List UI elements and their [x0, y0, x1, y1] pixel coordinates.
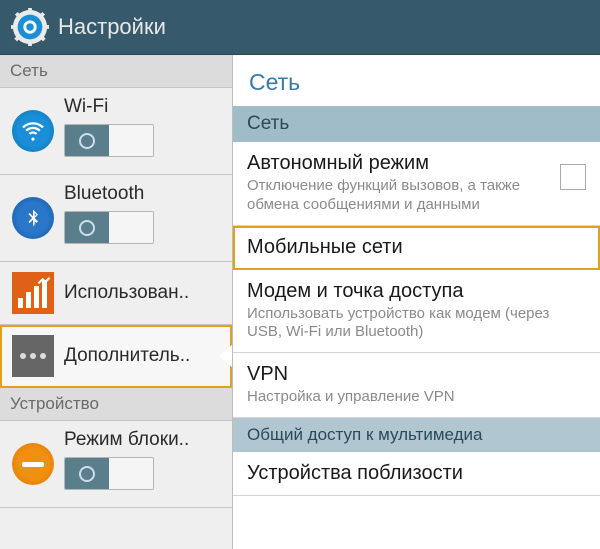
list-item-subtitle: Отключение функций вызовов, а также обме…	[247, 177, 550, 215]
settings-gear-icon	[10, 7, 50, 47]
list-item-vpn[interactable]: VPN Настройка и управление VPN	[233, 353, 600, 418]
sidebar-item-label: Дополнитель..	[64, 345, 190, 367]
sidebar-item-label: Bluetooth	[64, 183, 154, 205]
list-item-subtitle: Использовать устройство как модем (через…	[247, 305, 586, 343]
sidebar-item-label: Режим блоки..	[64, 429, 189, 451]
data-usage-icon	[10, 270, 56, 316]
list-item-title: Мобильные сети	[247, 236, 586, 259]
list-item-airplane-mode[interactable]: Автономный режим Отключение функций вызо…	[233, 142, 600, 226]
list-item-title: VPN	[247, 363, 586, 386]
sidebar-section-header: Сеть	[0, 55, 232, 88]
section-header-network: Сеть	[233, 106, 600, 142]
sidebar-item-label: Использован..	[64, 282, 189, 304]
block-icon	[10, 441, 56, 487]
list-item-subtitle: Настройка и управление VPN	[247, 388, 586, 407]
wifi-icon	[10, 108, 56, 154]
list-item-title: Устройства поблизости	[247, 462, 586, 485]
app-header: Настройки	[0, 0, 600, 55]
header-title: Настройки	[58, 14, 166, 40]
list-item-tethering[interactable]: Модем и точка доступа Использовать устро…	[233, 270, 600, 354]
bluetooth-toggle[interactable]	[64, 211, 154, 244]
more-icon	[10, 333, 56, 379]
list-item-title: Модем и точка доступа	[247, 280, 586, 303]
airplane-mode-checkbox[interactable]	[560, 164, 586, 190]
sidebar-item-data-usage[interactable]: Использован..	[0, 262, 232, 325]
sidebar-item-more[interactable]: Дополнитель..	[0, 325, 232, 388]
sidebar: Сеть Wi-Fi Bluetooth	[0, 55, 233, 549]
sidebar-section-header: Устройство	[0, 388, 232, 421]
bluetooth-icon	[10, 195, 56, 241]
sidebar-item-block-mode[interactable]: Режим блоки..	[0, 421, 232, 508]
wifi-toggle[interactable]	[64, 124, 154, 157]
sidebar-item-wifi[interactable]: Wi-Fi	[0, 88, 232, 175]
sidebar-item-label: Wi-Fi	[64, 96, 154, 118]
list-item-nearby-devices[interactable]: Устройства поблизости	[233, 452, 600, 496]
section-header-media-sharing: Общий доступ к мультимедиа	[233, 418, 600, 452]
page-title: Сеть	[233, 55, 600, 106]
sidebar-item-bluetooth[interactable]: Bluetooth	[0, 175, 232, 262]
list-item-mobile-networks[interactable]: Мобильные сети	[233, 226, 600, 270]
block-mode-toggle[interactable]	[64, 457, 154, 490]
main-panel: Сеть Сеть Автономный режим Отключение фу…	[233, 55, 600, 549]
list-item-title: Автономный режим	[247, 152, 550, 175]
